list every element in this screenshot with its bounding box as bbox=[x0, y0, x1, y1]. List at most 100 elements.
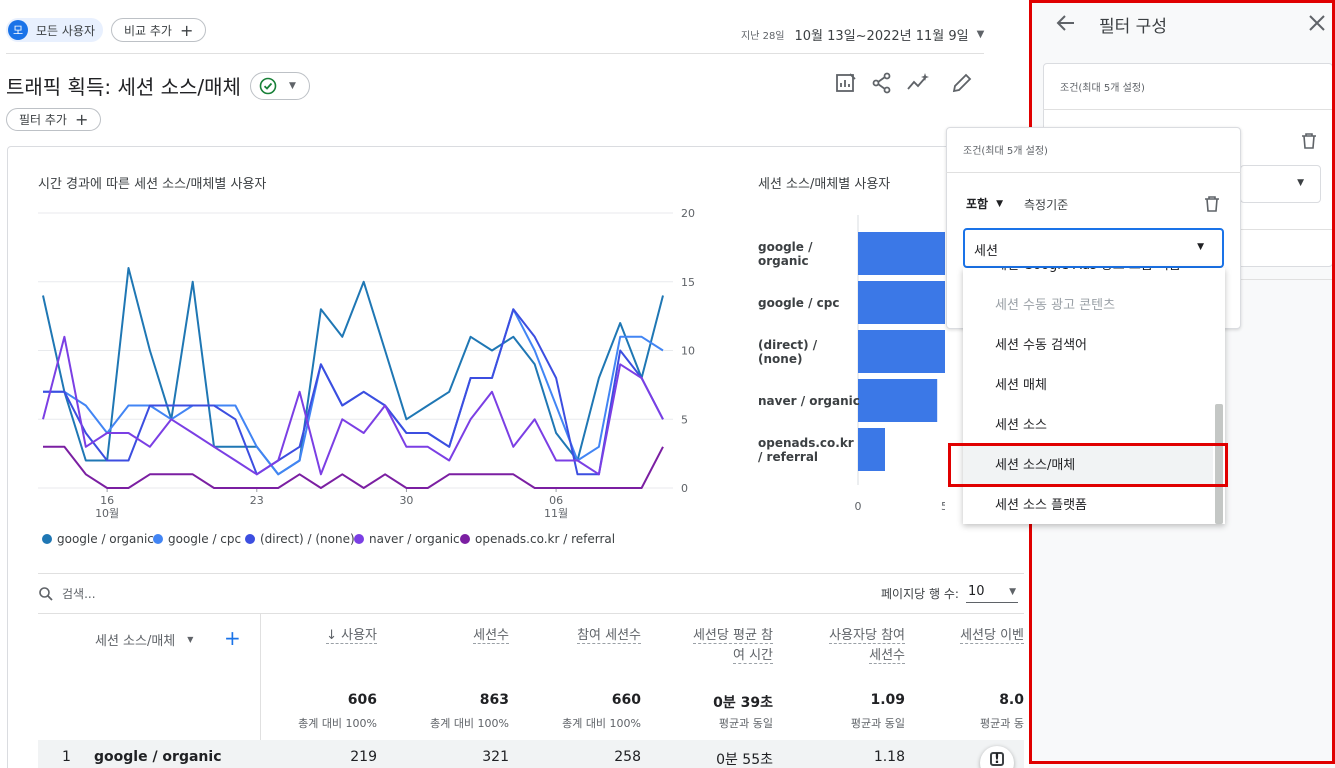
insights-icon[interactable] bbox=[906, 72, 930, 94]
bar-category-line: openads.co.kr bbox=[758, 436, 854, 450]
row-metric-value: 0분 55초 bbox=[716, 752, 773, 768]
metric-total-sub: 평균과 동일 bbox=[718, 717, 773, 730]
bar[interactable] bbox=[858, 281, 945, 324]
metric-header-line: 세션당 이벤 bbox=[960, 628, 1024, 644]
legend-label: naver / organic bbox=[369, 532, 460, 546]
bar-category-line: (direct) / bbox=[758, 338, 818, 352]
check-circle-icon bbox=[259, 77, 277, 95]
customize-report-icon[interactable] bbox=[835, 72, 857, 94]
bar-chart-title: 세션 소스/매체별 사용자 bbox=[758, 177, 891, 192]
table-search[interactable]: 검색... bbox=[38, 585, 96, 602]
legend-item[interactable]: google / cpc bbox=[153, 532, 241, 546]
bar-category-label: openads.co.kr / referral bbox=[758, 436, 854, 464]
table-header-divider bbox=[38, 613, 1024, 614]
legend-item[interactable]: (direct) / (none) bbox=[245, 532, 355, 546]
dimension-option[interactable]: 세션 소스 bbox=[963, 406, 1213, 446]
dimension-header-label: 세션 소스/매체 bbox=[95, 634, 176, 649]
x-tick-label: 16 bbox=[100, 494, 114, 507]
header-divider bbox=[6, 53, 984, 54]
match-type-select[interactable]: 포함 ▼ bbox=[966, 195, 1003, 212]
line-chart: 20 15 10 5 0 1610월 23 30 0611월 bbox=[38, 207, 695, 520]
search-icon bbox=[39, 586, 53, 601]
bar[interactable] bbox=[858, 379, 938, 422]
metric-total: 1.09 bbox=[870, 692, 905, 708]
delete-condition-icon[interactable] bbox=[1204, 195, 1220, 213]
rows-per-page-select[interactable]: 10 ▼ bbox=[966, 581, 1018, 603]
bar-category-label: (direct) / (none) bbox=[758, 338, 850, 366]
legend-item[interactable]: google / organic bbox=[42, 532, 154, 546]
dimension-option[interactable]: 세션 소스 플랫폼 bbox=[963, 486, 1213, 524]
legend-item[interactable]: naver / organic bbox=[354, 532, 460, 546]
metric-column-header[interactable]: 세션당 평균 참여 시간 bbox=[623, 626, 773, 666]
row-metric-value: 219 bbox=[350, 749, 377, 765]
metric-total-sub: 총계 대비 100% bbox=[430, 717, 509, 730]
metric-type-label: 측정기준 bbox=[1024, 198, 1069, 212]
series-line[interactable] bbox=[43, 445, 664, 489]
metric-column-header[interactable]: 세션당 이벤 bbox=[874, 626, 1024, 646]
match-type-label: 포함 bbox=[966, 197, 989, 211]
row-dimension-value[interactable]: google / organic bbox=[94, 749, 222, 765]
legend-label: openads.co.kr / referral bbox=[475, 532, 616, 546]
legend-label: google / cpc bbox=[168, 532, 242, 546]
table-top-divider bbox=[38, 573, 1024, 574]
row-metric-value: 321 bbox=[482, 749, 509, 765]
metric-total: 0분 39초 bbox=[713, 695, 773, 711]
rows-per-page-label: 페이지당 행 수: bbox=[881, 587, 959, 601]
metric-total-sub: 평균과 동일 bbox=[850, 717, 905, 730]
bar-category-line: / referral bbox=[758, 450, 819, 464]
y-tick-label: 5 bbox=[681, 413, 688, 426]
dimension-search-input[interactable]: 세션 ▼ bbox=[963, 228, 1224, 268]
add-comparison-label: 비교 추가 bbox=[124, 23, 172, 38]
segment-avatar: 모 bbox=[8, 20, 28, 40]
legend-label: (direct) / (none) bbox=[260, 532, 355, 546]
caret-down-icon: ▼ bbox=[289, 81, 296, 91]
segment-chip[interactable]: 모 모든 사용자 bbox=[6, 18, 104, 42]
add-filter-button[interactable]: 필터 추가 + bbox=[6, 108, 102, 131]
add-comparison-button[interactable]: 비교 추가 + bbox=[111, 18, 207, 42]
bar-category-line: naver / organic bbox=[758, 394, 860, 408]
dimension-column-header[interactable]: 세션 소스/매체 ▼ bbox=[95, 630, 193, 649]
plus-icon: + bbox=[179, 20, 194, 40]
bar[interactable] bbox=[858, 232, 945, 275]
line-chart-title: 시간 경과에 따른 세션 소스/매체별 사용자 bbox=[38, 177, 267, 192]
y-tick-label: 0 bbox=[681, 482, 688, 495]
legend-dot bbox=[42, 534, 52, 544]
y-tick-label: 10 bbox=[681, 345, 695, 358]
metric-column-header[interactable]: ↓ 사용자 bbox=[227, 626, 377, 646]
metric-column-header[interactable]: 세션수 bbox=[359, 626, 509, 646]
bar-category-label: google / cpc bbox=[758, 296, 850, 310]
caret-down-icon: ▼ bbox=[187, 635, 194, 644]
condition-popup-divider bbox=[946, 172, 1241, 173]
highlight-box bbox=[948, 443, 1228, 487]
bar-category-line: organic bbox=[758, 254, 809, 268]
metric-column-header[interactable]: 참여 세션수 bbox=[491, 626, 641, 646]
x-tick-label: 30 bbox=[399, 494, 413, 507]
date-range-picker[interactable]: 지난 28일 10월 13일~2022년 11월 9일 ▼ bbox=[741, 25, 984, 44]
bar[interactable] bbox=[858, 330, 945, 373]
add-filter-label: 필터 추가 bbox=[19, 113, 67, 127]
dimension-option[interactable]: 세션 수동 검색어 bbox=[963, 326, 1213, 366]
legend-item[interactable]: openads.co.kr / referral bbox=[460, 532, 615, 546]
bar-category-line: google / cpc bbox=[758, 296, 840, 310]
metric-total-sub: 총계 대비 100% bbox=[298, 717, 377, 730]
legend-dot bbox=[354, 534, 364, 544]
metric-header-line: 세션수 bbox=[869, 648, 905, 664]
edit-pencil-icon[interactable] bbox=[951, 72, 973, 94]
y-tick-label: 15 bbox=[681, 276, 695, 289]
report-status-chip[interactable]: ▼ bbox=[250, 72, 310, 100]
share-icon[interactable] bbox=[871, 72, 893, 94]
metric-total: 863 bbox=[479, 692, 509, 708]
metric-total-sub: 총계 대비 100% bbox=[562, 717, 641, 730]
plus-icon: + bbox=[74, 110, 89, 129]
row-index: 1 bbox=[62, 749, 71, 765]
dimension-option[interactable]: 세션 Google Ads 광고 그룹 이름 bbox=[963, 268, 1213, 286]
date-range-prefix: 지난 28일 bbox=[741, 31, 785, 42]
metric-total: 660 bbox=[611, 692, 641, 708]
metric-total-sub: 평균과 동 bbox=[980, 717, 1024, 730]
segment-label: 모든 사용자 bbox=[36, 23, 96, 38]
bar[interactable] bbox=[858, 428, 885, 471]
legend-dot bbox=[153, 534, 163, 544]
dimension-option[interactable]: 세션 수동 광고 콘텐츠 bbox=[963, 286, 1213, 326]
dimension-option[interactable]: 세션 매체 bbox=[963, 366, 1213, 406]
search-input[interactable]: 검색... bbox=[62, 585, 96, 602]
